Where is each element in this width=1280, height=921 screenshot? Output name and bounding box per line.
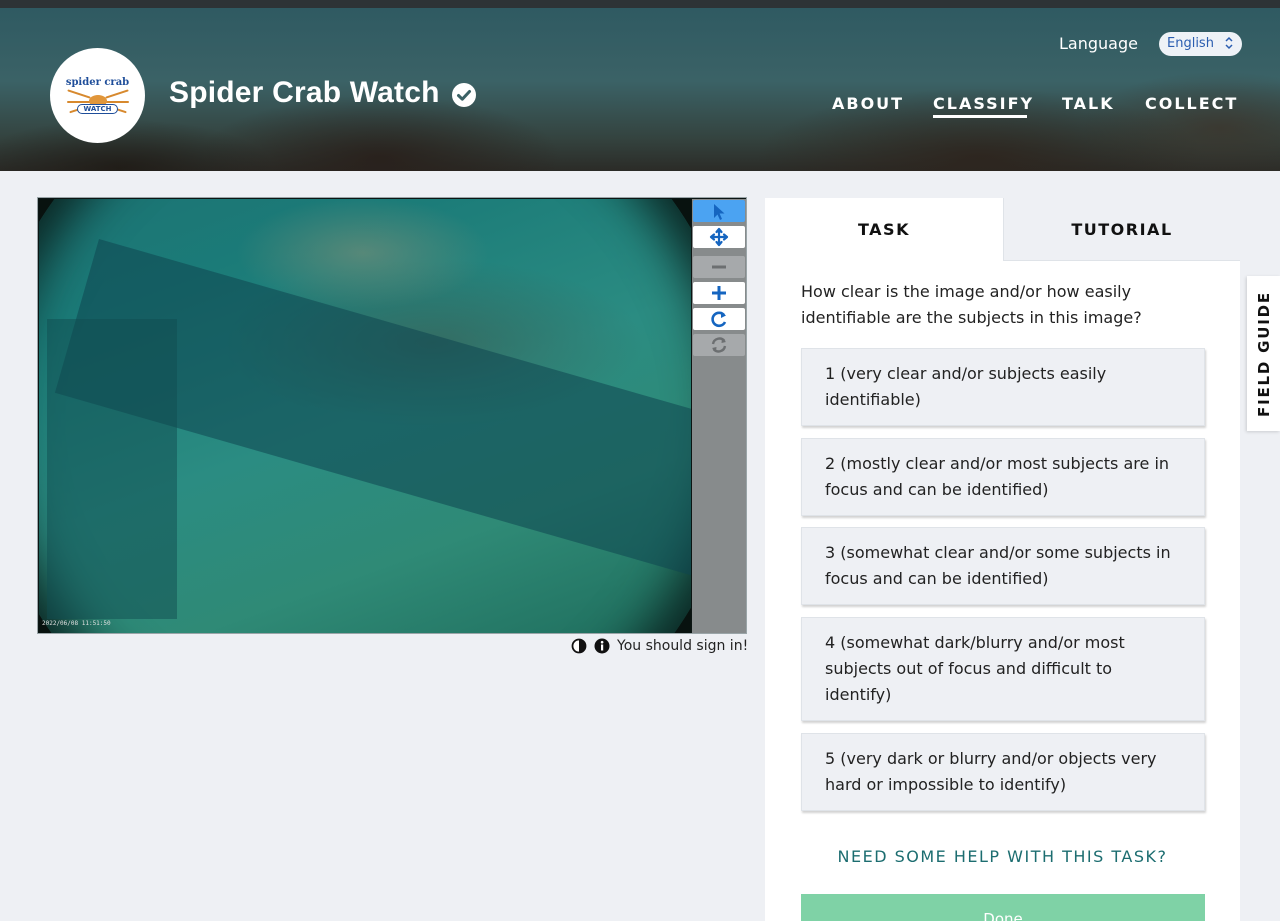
- pointer-icon: [714, 204, 725, 220]
- answer-option-5[interactable]: 5 (very dark or blurry and/or objects ve…: [801, 733, 1205, 811]
- select-arrows-icon: [1225, 36, 1233, 51]
- field-guide-label: FIELD GUIDE: [1254, 290, 1273, 417]
- zoom-in-button[interactable]: [693, 282, 745, 304]
- sign-in-prompt[interactable]: You should sign in!: [617, 638, 748, 654]
- underwater-pillar: [47, 319, 177, 619]
- project-title[interactable]: Spider Crab Watch: [169, 76, 440, 110]
- nav-classify[interactable]: CLASSIFY: [933, 94, 1034, 113]
- logo-top-text: spider crab: [65, 77, 130, 88]
- answer-option-1[interactable]: 1 (very clear and/or subjects easily ide…: [801, 348, 1205, 426]
- reset-button[interactable]: [693, 334, 745, 356]
- image-timestamp: 2022/06/08 11:51:50: [42, 620, 111, 627]
- logo-bottom-text: WATCH: [77, 104, 118, 114]
- nav-active-indicator: [933, 115, 1027, 118]
- rotate-icon: [711, 311, 727, 328]
- language-label: Language: [1059, 34, 1138, 53]
- site-header: spider crab WATCH Spider Crab Watch Lang…: [0, 8, 1280, 171]
- move-icon: [709, 227, 729, 247]
- zoom-out-icon: [712, 265, 726, 269]
- nav-talk[interactable]: TALK: [1062, 94, 1115, 113]
- image-toolbar: [692, 199, 746, 633]
- nav-about[interactable]: ABOUT: [832, 94, 904, 113]
- invert-colors-icon[interactable]: [571, 638, 587, 654]
- task-panel: TASK TUTORIAL How clear is the image and…: [765, 198, 1240, 921]
- language-select[interactable]: English: [1159, 32, 1242, 56]
- done-button[interactable]: Done: [801, 894, 1205, 921]
- top-strip: [0, 0, 1280, 8]
- zoom-in-icon: [712, 286, 726, 300]
- field-guide-tab[interactable]: FIELD GUIDE: [1247, 276, 1280, 431]
- subject-image[interactable]: 2022/06/08 11:51:50: [39, 199, 691, 633]
- zoom-out-button[interactable]: [693, 256, 745, 278]
- move-tool-button[interactable]: [693, 226, 745, 248]
- language-value: English: [1167, 36, 1214, 51]
- verified-badge-icon: [452, 83, 476, 107]
- project-logo[interactable]: spider crab WATCH: [50, 48, 145, 143]
- reset-icon: [711, 337, 727, 353]
- tab-task[interactable]: TASK: [765, 198, 1003, 261]
- answer-option-2[interactable]: 2 (mostly clear and/or most subjects are…: [801, 438, 1205, 516]
- rotate-button[interactable]: [693, 308, 745, 330]
- tab-tutorial[interactable]: TUTORIAL: [1003, 198, 1240, 261]
- subject-viewer: 2022/06/08 11:51:50: [37, 197, 747, 634]
- answer-option-4[interactable]: 4 (somewhat dark/blurry and/or most subj…: [801, 617, 1205, 721]
- info-icon[interactable]: [594, 638, 610, 654]
- viewer-meta-bar: You should sign in!: [571, 637, 748, 655]
- task-help-link[interactable]: NEED SOME HELP WITH THIS TASK?: [765, 847, 1240, 866]
- answer-option-3[interactable]: 3 (somewhat clear and/or some subjects i…: [801, 527, 1205, 605]
- nav-collect[interactable]: COLLECT: [1145, 94, 1238, 113]
- task-question: How clear is the image and/or how easily…: [801, 282, 1142, 327]
- pointer-tool-button[interactable]: [693, 200, 745, 222]
